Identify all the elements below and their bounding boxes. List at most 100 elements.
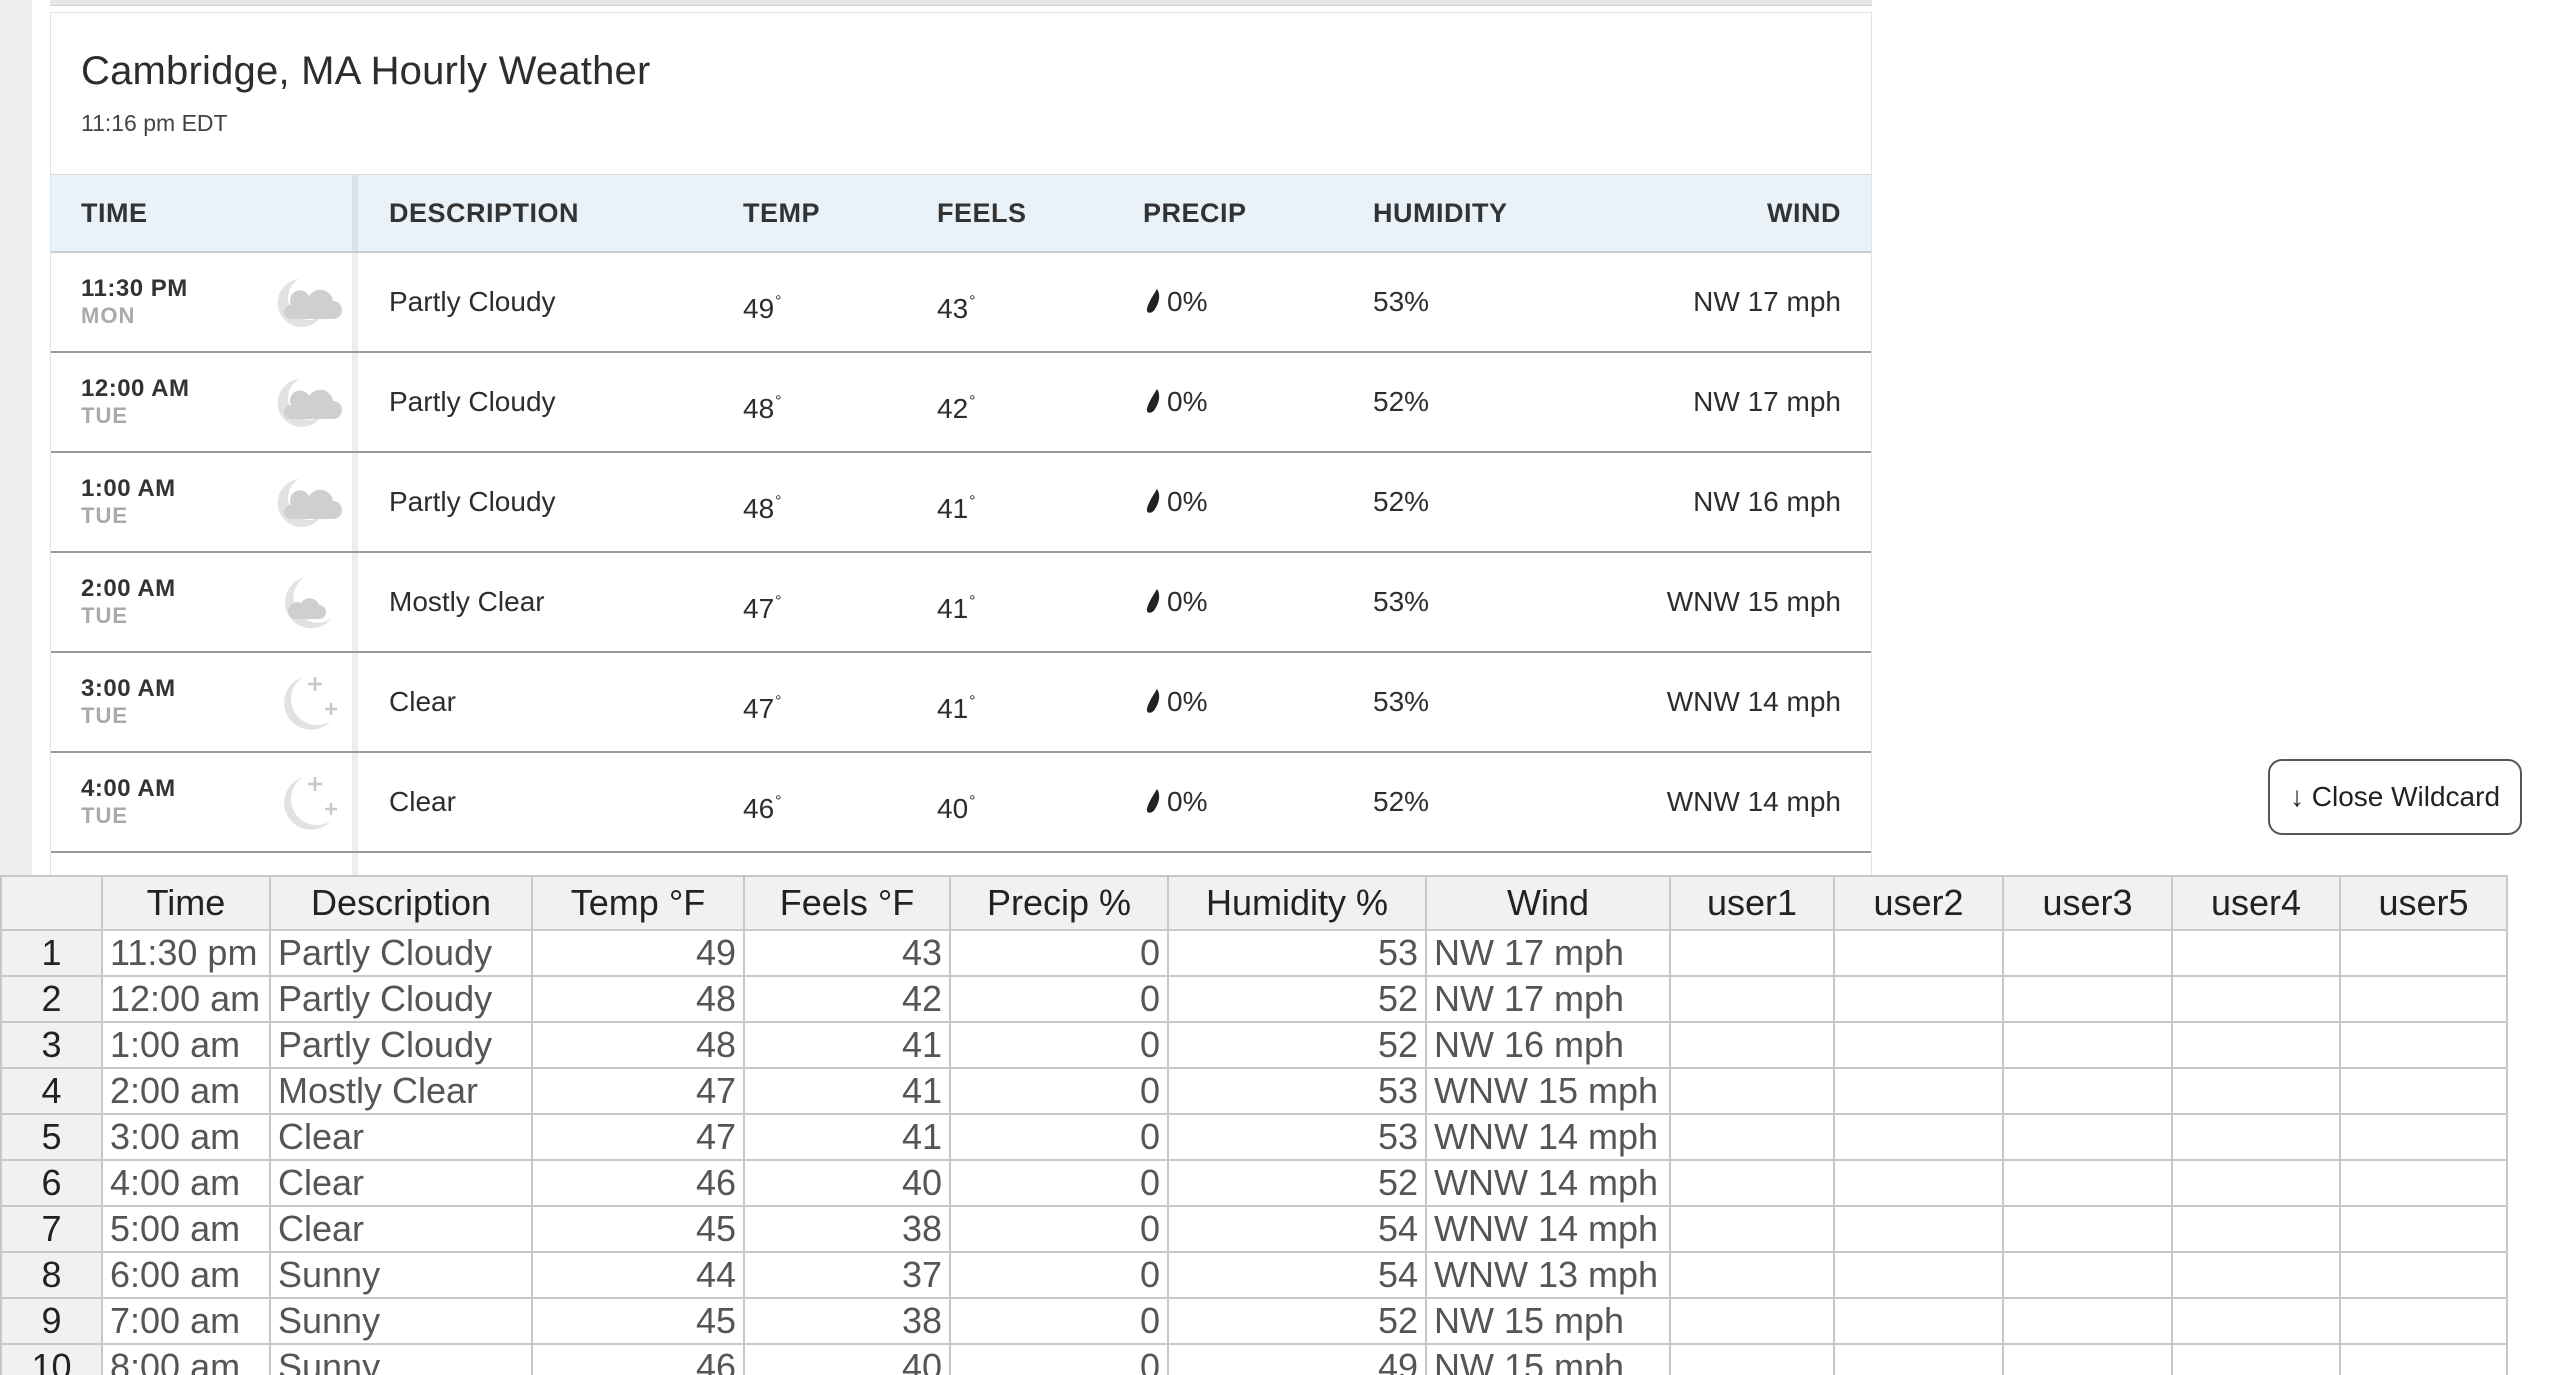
time-cell[interactable]: 8:00 am	[101, 1343, 271, 1375]
column-header[interactable]: Wind	[1425, 875, 1671, 931]
close-wildcard-button[interactable]: ↓ Close Wildcard	[2268, 759, 2522, 835]
forecast-row[interactable]: 3:00 AM TUE Clear 47° 41° 0% 53% WNW 14 mph	[51, 653, 1871, 753]
user2-cell[interactable]	[1833, 1251, 2004, 1299]
corner-cell[interactable]	[0, 875, 103, 931]
user2-cell[interactable]	[1833, 1113, 2004, 1161]
humidity-cell[interactable]: 53	[1167, 1113, 1427, 1161]
time-cell[interactable]: 3:00 am	[101, 1113, 271, 1161]
user3-cell[interactable]	[2002, 1251, 2173, 1299]
wind-cell[interactable]: WNW 13 mph	[1425, 1251, 1671, 1299]
user2-cell[interactable]	[1833, 975, 2004, 1023]
feels-cell[interactable]: 40	[743, 1159, 951, 1207]
temp-cell[interactable]: 46	[531, 1343, 745, 1375]
feels-cell[interactable]: 41	[743, 1067, 951, 1115]
humidity-cell[interactable]: 52	[1167, 975, 1427, 1023]
wind-cell[interactable]: WNW 15 mph	[1425, 1067, 1671, 1115]
row-number[interactable]: 7	[0, 1205, 103, 1253]
time-cell[interactable]: 1:00 am	[101, 1021, 271, 1069]
user3-cell[interactable]	[2002, 1067, 2173, 1115]
row-number[interactable]: 6	[0, 1159, 103, 1207]
feels-cell[interactable]: 38	[743, 1205, 951, 1253]
user1-cell[interactable]	[1669, 1159, 1835, 1207]
column-header[interactable]: user5	[2339, 875, 2508, 931]
column-header[interactable]: Feels °F	[743, 875, 951, 931]
user3-cell[interactable]	[2002, 1021, 2173, 1069]
user4-cell[interactable]	[2171, 1205, 2341, 1253]
humidity-cell[interactable]: 53	[1167, 1067, 1427, 1115]
temp-cell[interactable]: 45	[531, 1297, 745, 1345]
precip-cell[interactable]: 0	[949, 1067, 1169, 1115]
feels-cell[interactable]: 42	[743, 975, 951, 1023]
user3-cell[interactable]	[2002, 1159, 2173, 1207]
user4-cell[interactable]	[2171, 1343, 2341, 1375]
row-number[interactable]: 4	[0, 1067, 103, 1115]
column-header[interactable]: Temp °F	[531, 875, 745, 931]
user1-cell[interactable]	[1669, 1113, 1835, 1161]
feels-cell[interactable]: 38	[743, 1297, 951, 1345]
column-header[interactable]: user3	[2002, 875, 2173, 931]
column-header[interactable]: user2	[1833, 875, 2004, 931]
description-cell[interactable]: Clear	[269, 1205, 533, 1253]
user4-cell[interactable]	[2171, 1159, 2341, 1207]
user1-cell[interactable]	[1669, 1205, 1835, 1253]
forecast-row[interactable]: 2:00 AM TUE Mostly Clear 47° 41° 0% 53% WNW 15 …	[51, 553, 1871, 653]
user4-cell[interactable]	[2171, 1021, 2341, 1069]
precip-cell[interactable]: 0	[949, 929, 1169, 977]
wind-cell[interactable]: NW 17 mph	[1425, 975, 1671, 1023]
user3-cell[interactable]	[2002, 1113, 2173, 1161]
user5-cell[interactable]	[2339, 1205, 2508, 1253]
time-cell[interactable]: 6:00 am	[101, 1251, 271, 1299]
wind-cell[interactable]: NW 16 mph	[1425, 1021, 1671, 1069]
row-number[interactable]: 10	[0, 1343, 103, 1375]
user1-cell[interactable]	[1669, 1067, 1835, 1115]
humidity-cell[interactable]: 54	[1167, 1205, 1427, 1253]
user3-cell[interactable]	[2002, 1297, 2173, 1345]
precip-cell[interactable]: 0	[949, 1343, 1169, 1375]
description-cell[interactable]: Clear	[269, 1113, 533, 1161]
user2-cell[interactable]	[1833, 1205, 2004, 1253]
column-header[interactable]: Precip %	[949, 875, 1169, 931]
temp-cell[interactable]: 48	[531, 975, 745, 1023]
temp-cell[interactable]: 46	[531, 1159, 745, 1207]
wind-cell[interactable]: NW 15 mph	[1425, 1343, 1671, 1375]
user5-cell[interactable]	[2339, 1113, 2508, 1161]
user5-cell[interactable]	[2339, 975, 2508, 1023]
description-cell[interactable]: Sunny	[269, 1297, 533, 1345]
temp-cell[interactable]: 47	[531, 1113, 745, 1161]
user5-cell[interactable]	[2339, 1343, 2508, 1375]
user2-cell[interactable]	[1833, 1343, 2004, 1375]
precip-cell[interactable]: 0	[949, 1159, 1169, 1207]
time-cell[interactable]: 5:00 am	[101, 1205, 271, 1253]
temp-cell[interactable]: 48	[531, 1021, 745, 1069]
feels-cell[interactable]: 37	[743, 1251, 951, 1299]
user2-cell[interactable]	[1833, 1021, 2004, 1069]
column-header[interactable]: Description	[269, 875, 533, 931]
humidity-cell[interactable]: 52	[1167, 1297, 1427, 1345]
time-cell[interactable]: 7:00 am	[101, 1297, 271, 1345]
feels-cell[interactable]: 41	[743, 1021, 951, 1069]
time-cell[interactable]: 11:30 pm	[101, 929, 271, 977]
humidity-cell[interactable]: 52	[1167, 1159, 1427, 1207]
wind-cell[interactable]: WNW 14 mph	[1425, 1159, 1671, 1207]
user5-cell[interactable]	[2339, 1159, 2508, 1207]
precip-cell[interactable]: 0	[949, 1021, 1169, 1069]
feels-cell[interactable]: 40	[743, 1343, 951, 1375]
row-number[interactable]: 3	[0, 1021, 103, 1069]
user3-cell[interactable]	[2002, 1343, 2173, 1375]
row-number[interactable]: 1	[0, 929, 103, 977]
temp-cell[interactable]: 47	[531, 1067, 745, 1115]
time-cell[interactable]: 12:00 am	[101, 975, 271, 1023]
user4-cell[interactable]	[2171, 1297, 2341, 1345]
user5-cell[interactable]	[2339, 929, 2508, 977]
user2-cell[interactable]	[1833, 1067, 2004, 1115]
user4-cell[interactable]	[2171, 1251, 2341, 1299]
wind-cell[interactable]: NW 15 mph	[1425, 1297, 1671, 1345]
user5-cell[interactable]	[2339, 1251, 2508, 1299]
row-number[interactable]: 5	[0, 1113, 103, 1161]
precip-cell[interactable]: 0	[949, 1113, 1169, 1161]
user1-cell[interactable]	[1669, 975, 1835, 1023]
description-cell[interactable]: Partly Cloudy	[269, 929, 533, 977]
row-number[interactable]: 8	[0, 1251, 103, 1299]
user4-cell[interactable]	[2171, 975, 2341, 1023]
temp-cell[interactable]: 49	[531, 929, 745, 977]
